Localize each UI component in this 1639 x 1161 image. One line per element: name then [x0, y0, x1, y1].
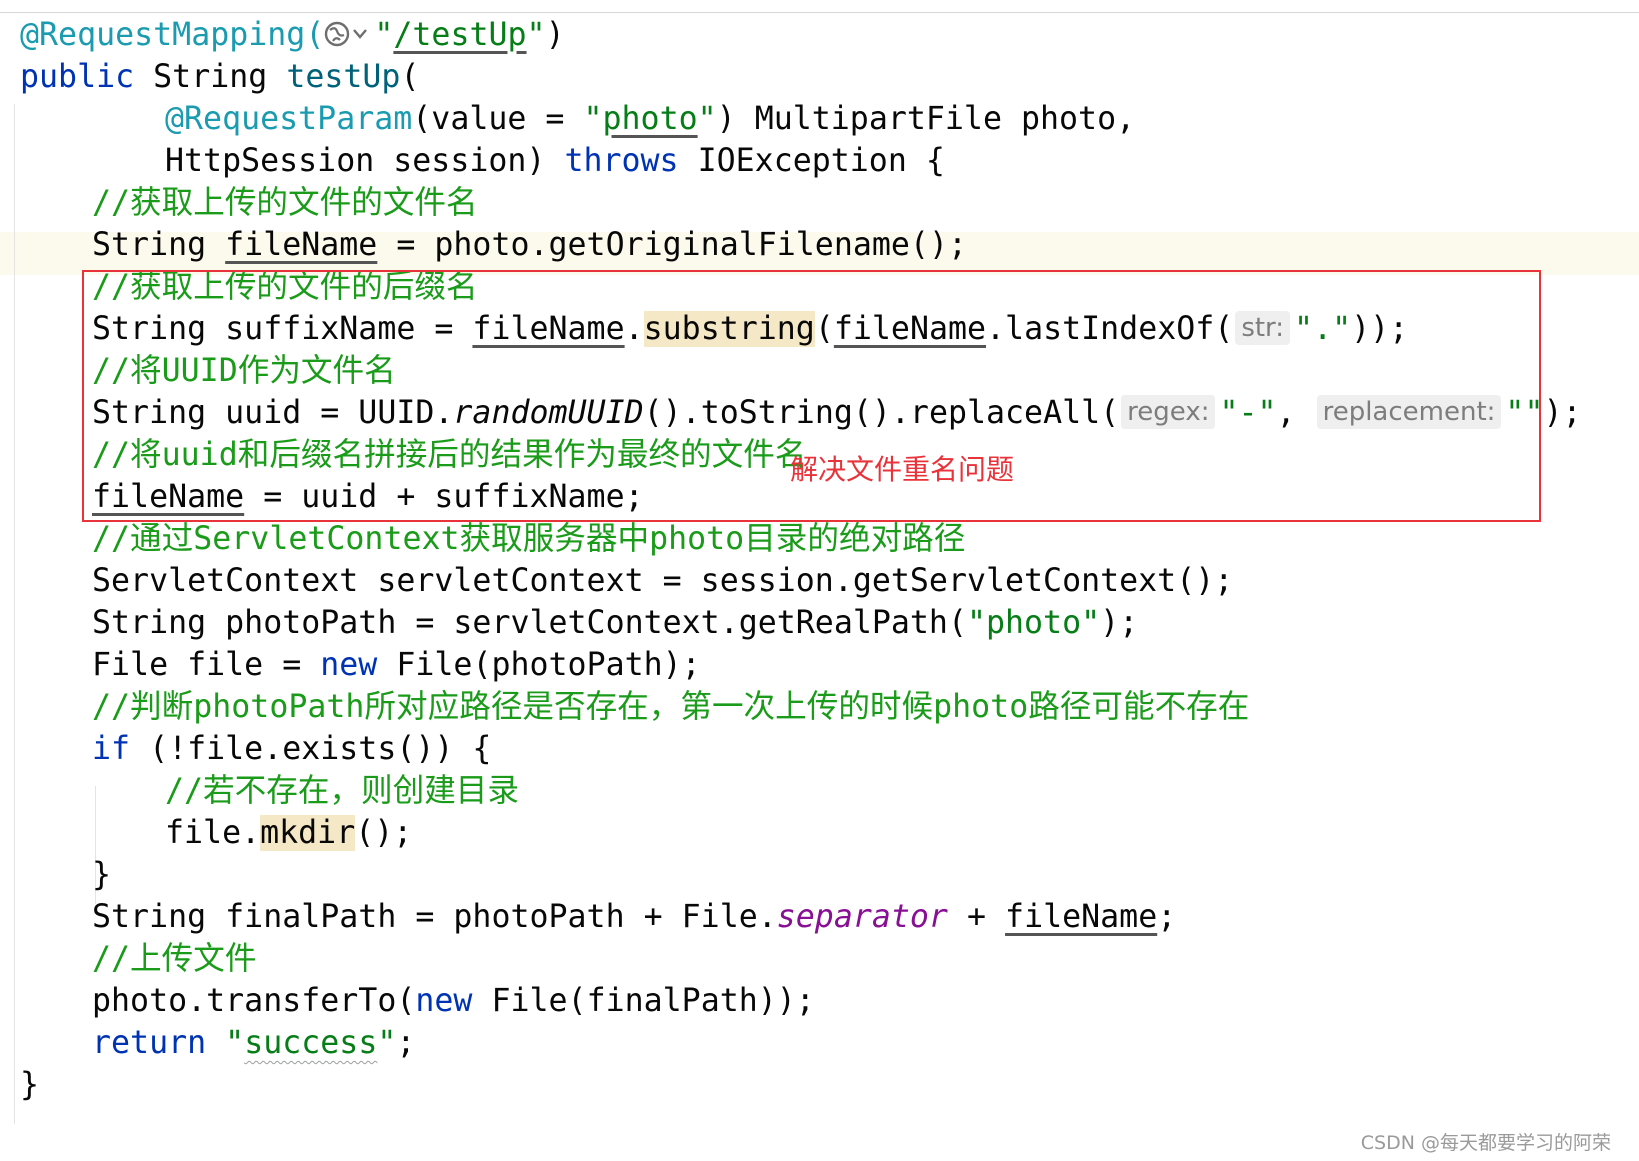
string-quote: ": [374, 17, 394, 53]
code-text: );: [1100, 605, 1139, 641]
code-text: String: [92, 227, 226, 263]
code-text: (value =: [412, 101, 584, 137]
string-literal: photo: [602, 101, 698, 137]
code-text: ;: [1157, 899, 1177, 935]
code-text: (!file.exists()) {: [130, 731, 492, 767]
code-line-22[interactable]: String finalPath = photoPath + File.sepa…: [92, 896, 1176, 939]
string-quote: ": [377, 1025, 397, 1061]
string-literal: "photo": [966, 605, 1101, 641]
code-text: photo.transferTo(: [92, 983, 416, 1019]
code-line-1[interactable]: @RequestMapping( "/testUp"): [20, 14, 565, 57]
code-text: IOException {: [678, 143, 945, 179]
code-text: String: [134, 59, 287, 95]
string-quote: ": [583, 101, 603, 137]
code-line-18[interactable]: if (!file.exists()) {: [92, 728, 491, 771]
code-text: file.: [165, 815, 261, 851]
code-text: File(finalPath));: [472, 983, 815, 1019]
code-text: ) MultipartFile photo,: [716, 101, 1136, 137]
indent-guide: [14, 104, 15, 1124]
variable-filename: fileName: [225, 227, 378, 263]
code-line-24[interactable]: photo.transferTo(new File(finalPath));: [92, 980, 815, 1023]
top-divider: [0, 12, 1639, 13]
string-quote: ": [526, 17, 546, 53]
globe-dropdown-icon[interactable]: [324, 17, 374, 49]
comment-line: //上传文件: [92, 941, 257, 977]
comment-line: //若不存在，则创建目录: [165, 773, 519, 809]
highlighted-method-mkdir: mkdir: [260, 815, 356, 851]
code-line-4[interactable]: HttpSession session) throws IOException …: [165, 140, 945, 183]
comment-line: //判断photoPath所对应路径是否存在，第一次上传的时候photo路径可能…: [92, 689, 1250, 725]
comment-line: //通过ServletContext获取服务器中photo目录的绝对路径: [92, 521, 966, 557]
code-line-15[interactable]: String photoPath = servletContext.getRea…: [92, 602, 1138, 645]
annotation-requestmapping: @RequestMapping(: [20, 17, 325, 53]
code-line-25[interactable]: return "success";: [92, 1022, 415, 1065]
code-editor[interactable]: @RequestMapping("/testUp") public String…: [0, 14, 1639, 1154]
code-text: +: [947, 899, 1006, 935]
string-quote: ": [225, 1025, 245, 1061]
code-line-26[interactable]: }: [20, 1064, 39, 1107]
variable-filename: fileName: [1005, 899, 1158, 935]
code-text: File(photoPath);: [377, 647, 701, 683]
code-line-14[interactable]: ServletContext servletContext = session.…: [92, 560, 1233, 603]
static-field-separator: separator: [776, 899, 948, 935]
code-text: = photo.getOriginalFilename();: [377, 227, 967, 263]
code-text: ();: [355, 815, 413, 851]
keyword-throws: throws: [564, 143, 679, 179]
comment-line: //获取上传的文件的文件名: [92, 185, 478, 221]
method-name: testUp: [286, 59, 401, 95]
code-text: ): [545, 17, 565, 53]
annotation-requestparam: @RequestParam: [165, 101, 413, 137]
code-line-2[interactable]: public String testUp(: [20, 56, 419, 99]
code-text: (: [400, 59, 420, 95]
code-line-6[interactable]: String fileName = photo.getOriginalFilen…: [92, 224, 967, 267]
code-line-16[interactable]: File file = new File(photoPath);: [92, 644, 701, 687]
code-text: ;: [396, 1025, 416, 1061]
keyword-if: if: [92, 731, 131, 767]
code-line-21[interactable]: }: [92, 854, 111, 897]
code-text: File file =: [92, 647, 321, 683]
watermark: CSDN @每天都要学习的阿荣: [1360, 1132, 1611, 1154]
code-text: );: [1543, 395, 1582, 431]
code-text: String finalPath = photoPath + File.: [92, 899, 777, 935]
string-literal-success: success: [244, 1025, 378, 1061]
keyword-new: new: [320, 647, 378, 683]
annotation-note: 解决文件重名问题: [790, 453, 1015, 486]
string-quote: ": [697, 101, 717, 137]
keyword-new: new: [415, 983, 473, 1019]
keyword-return: return: [92, 1025, 207, 1061]
url-string-link[interactable]: /testUp: [393, 17, 526, 53]
code-line-3[interactable]: @RequestParam(value = "photo") Multipart…: [165, 98, 1135, 141]
code-line-20[interactable]: file.mkdir();: [165, 812, 412, 855]
code-text: HttpSession session): [165, 143, 565, 179]
code-text: String photoPath = servletContext.getRea…: [92, 605, 967, 641]
keyword-public: public: [20, 59, 135, 95]
